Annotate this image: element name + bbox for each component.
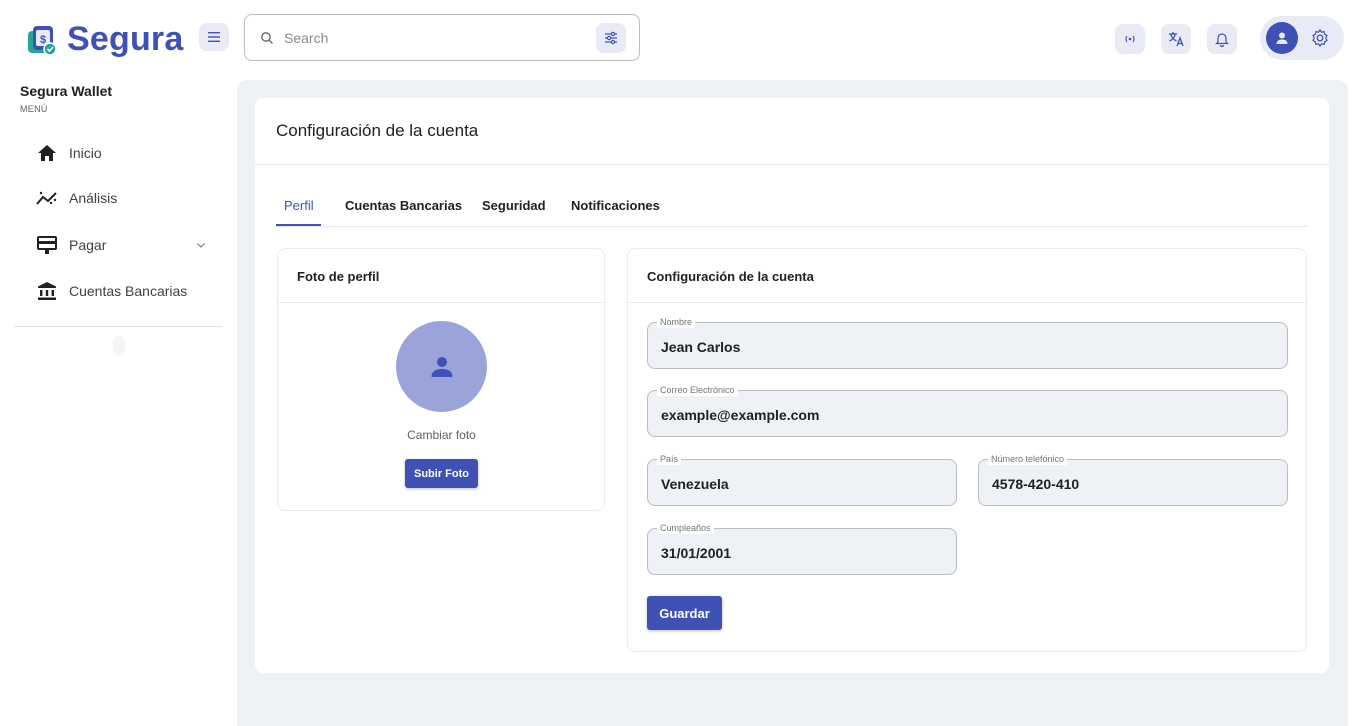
active-tab-indicator (276, 224, 321, 226)
page-title: Configuración de la cuenta (276, 121, 479, 140)
sidebar-item-pagar[interactable]: Pagar (36, 228, 216, 262)
menu-toggle-button[interactable] (199, 23, 229, 51)
broadcast-button[interactable] (1115, 24, 1145, 54)
sidebar-item-cuentas-bancarias[interactable]: Cuentas Bancarias (36, 274, 216, 308)
birthday-input[interactable] (661, 545, 939, 561)
tab-cuentas-bancarias[interactable]: Cuentas Bancarias (345, 198, 462, 213)
menu-icon (208, 32, 220, 42)
profile-avatar[interactable] (396, 321, 487, 412)
sidebar-item-analisis[interactable]: Análisis (36, 181, 216, 215)
title-divider (255, 164, 1329, 165)
analytics-icon (36, 187, 58, 209)
chevron-down-icon (197, 243, 205, 248)
search-filter-button[interactable] (596, 23, 626, 53)
bank-icon (36, 280, 58, 302)
card-divider (628, 302, 1306, 303)
sidebar: Segura Wallet MENÚ Inicio Análisis Pagar (0, 80, 237, 726)
user-icon (1276, 32, 1288, 44)
profile-menu-button[interactable] (1260, 16, 1344, 60)
translate-button[interactable] (1161, 24, 1191, 54)
account-settings-title: Configuración de la cuenta (647, 269, 814, 284)
sidebar-item-label: Cuentas Bancarias (69, 283, 188, 299)
translate-icon (1169, 32, 1184, 47)
home-icon (36, 142, 58, 164)
avatar (1266, 22, 1298, 54)
sidebar-item-label: Análisis (69, 190, 118, 206)
logo-mark-icon: $ (28, 25, 57, 56)
search-bar (244, 14, 640, 61)
nombre-field[interactable]: Nombre (647, 316, 1288, 369)
settings-tabs: Perfil Cuentas Bancarias Seguridad Notif… (276, 194, 1308, 227)
country-input[interactable] (661, 476, 939, 492)
sidebar-item-label: Pagar (69, 237, 107, 253)
payment-icon (36, 234, 58, 256)
birthday-label: Cumpleaños (657, 522, 714, 534)
change-photo-label: Cambiar foto (407, 428, 476, 442)
user-icon (431, 356, 452, 377)
sidebar-scrollbar[interactable] (113, 336, 125, 356)
settings-card: Configuración de la cuenta Perfil Cuenta… (255, 98, 1329, 673)
tab-perfil[interactable]: Perfil (284, 198, 314, 213)
svg-text:$: $ (40, 34, 46, 46)
search-input[interactable] (284, 29, 574, 46)
search-icon (261, 31, 273, 44)
upload-photo-button[interactable]: Subir Foto (405, 459, 478, 488)
nombre-input[interactable] (661, 339, 1237, 355)
sidebar-item-label: Inicio (69, 145, 102, 161)
card-divider (278, 302, 604, 303)
top-header: $ Segura (0, 0, 1365, 80)
account-settings-card: Configuración de la cuenta Nombre Correo… (627, 248, 1307, 652)
sidebar-item-inicio[interactable]: Inicio (36, 136, 216, 170)
phone-input[interactable] (992, 476, 1270, 492)
email-label: Correo Electrónico (657, 384, 738, 396)
country-label: País (657, 453, 682, 465)
tab-seguridad[interactable]: Seguridad (482, 198, 546, 213)
profile-photo-card: Foto de perfil Cambiar foto Subir Foto (277, 248, 605, 511)
sidebar-title: Segura Wallet (20, 83, 113, 99)
tab-notificaciones[interactable]: Notificaciones (571, 198, 660, 213)
phone-field[interactable]: Número telefónico (978, 453, 1288, 506)
email-field[interactable]: Correo Electrónico (647, 384, 1288, 437)
main-content: Configuración de la cuenta Perfil Cuenta… (237, 80, 1348, 726)
sidebar-subtitle: MENÚ (20, 104, 48, 114)
app-logo[interactable]: $ Segura (24, 20, 183, 59)
sidebar-divider (14, 326, 222, 327)
profile-photo-title: Foto de perfil (297, 269, 380, 284)
broadcast-icon (1125, 35, 1135, 43)
filter-icon (605, 31, 617, 45)
email-input[interactable] (661, 407, 1237, 423)
country-field[interactable]: País (647, 453, 957, 506)
notifications-button[interactable] (1207, 24, 1237, 54)
bell-icon (1215, 33, 1229, 47)
gear-icon (1312, 28, 1328, 48)
phone-label: Número telefónico (988, 453, 1068, 465)
save-button[interactable]: Guardar (647, 596, 722, 630)
nombre-label: Nombre (657, 316, 696, 328)
birthday-field[interactable]: Cumpleaños (647, 522, 957, 575)
app-name: Segura (67, 20, 184, 58)
